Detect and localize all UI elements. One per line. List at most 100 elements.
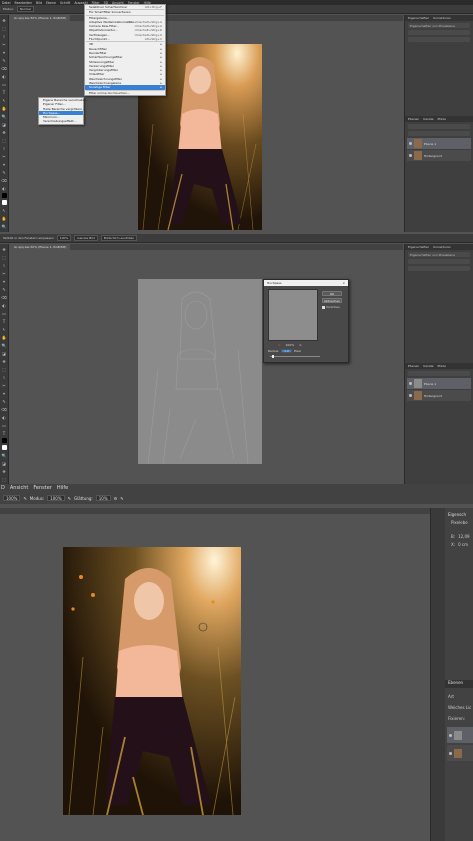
radius-slider[interactable] xyxy=(270,355,320,358)
tab-paths[interactable]: Pfade xyxy=(437,364,445,368)
tool-icon[interactable]: ⌇ xyxy=(1,145,7,151)
eye-icon[interactable] xyxy=(409,394,412,397)
tool-icon[interactable]: ⌇ xyxy=(1,374,7,380)
tool-icon[interactable]: ◪ xyxy=(1,121,7,127)
tool-icon[interactable]: ◐ xyxy=(1,302,7,308)
tool-icon[interactable]: 🔍 xyxy=(1,342,7,348)
zoom-100-button[interactable]: 100% xyxy=(56,235,72,241)
tool-icon[interactable]: ⌖ xyxy=(1,390,7,396)
layer-kind-filter[interactable]: Art xyxy=(448,694,454,699)
filter-menu-item[interactable]: Fluchtpunkt... Alt+Strg+V xyxy=(85,37,165,41)
tool-icon[interactable]: ⬚ xyxy=(1,366,7,372)
layer-row[interactable]: Ebene 1 xyxy=(407,138,471,149)
filter-menu-item[interactable]: Für Smartfilter konvertieren xyxy=(85,10,165,14)
airbrush-icon[interactable]: ✎ xyxy=(23,496,26,501)
menu-item[interactable]: Hilfe xyxy=(57,485,68,491)
tool-icon[interactable]: ⬚ xyxy=(1,137,7,143)
tool-icon[interactable]: ↖ xyxy=(1,326,7,332)
tool-icon[interactable]: ⌇ xyxy=(1,33,7,39)
tool-icon[interactable]: ▭ xyxy=(1,310,7,316)
tool-icon[interactable]: 🔍 xyxy=(1,223,7,229)
gear-icon[interactable]: ⚙ xyxy=(114,496,118,501)
tool-icon[interactable]: ✥ xyxy=(1,17,7,23)
background-color-swatch[interactable] xyxy=(1,445,7,450)
tab-adjustments[interactable]: Korrekturen xyxy=(433,16,451,20)
blend-mode-select[interactable]: Weiches Lic xyxy=(448,705,471,710)
tool-icon[interactable]: ⬚ xyxy=(1,25,7,31)
property-field[interactable] xyxy=(408,30,470,35)
tool-icon[interactable]: ⌖ xyxy=(1,161,7,167)
tab-properties[interactable]: Eigenschaften xyxy=(408,245,429,249)
foreground-color-swatch[interactable] xyxy=(1,193,7,198)
foreground-color-swatch[interactable] xyxy=(1,438,7,443)
tab-channels[interactable]: Kanäle xyxy=(423,117,433,121)
tool-icon[interactable]: ▭ xyxy=(1,422,7,428)
tool-icon[interactable]: ✋ xyxy=(1,105,7,111)
ok-button[interactable]: OK xyxy=(322,291,342,296)
tool-icon[interactable]: 🔍 xyxy=(1,113,7,119)
blend-mode-row[interactable] xyxy=(408,131,470,136)
symmetry-icon[interactable]: ✎ xyxy=(120,496,123,501)
smoothing-field[interactable]: 10% xyxy=(95,495,111,501)
tool-icon[interactable]: ✥ xyxy=(1,246,7,252)
eye-icon[interactable] xyxy=(409,142,412,145)
eye-icon[interactable] xyxy=(409,154,412,157)
pressure-icon[interactable]: ✎ xyxy=(68,496,71,501)
menu-item[interactable]: Bild xyxy=(36,1,42,5)
menu-item[interactable]: Fenster xyxy=(33,485,52,491)
filter-menu-item[interactable]: Sonstige Filter ▸ xyxy=(85,85,165,90)
tool-icon[interactable]: ⌖ xyxy=(1,49,7,55)
menu-item[interactable]: Ebene xyxy=(46,1,56,5)
tool-icon[interactable]: ◪ xyxy=(1,350,7,356)
menu-item[interactable]: Ansicht xyxy=(10,485,28,491)
tool-icon[interactable]: T xyxy=(1,430,7,436)
background-color-swatch[interactable] xyxy=(1,200,7,205)
tool-icon[interactable]: ✂ xyxy=(1,382,7,388)
radius-input[interactable]: 1,0 xyxy=(281,349,292,353)
layer-row[interactable] xyxy=(447,745,473,761)
tool-icon[interactable]: ⌫ xyxy=(1,406,7,412)
document-tab[interactable]: Gr-spq.bei-50% (Ebene 1, RGB/8#) xyxy=(10,15,71,21)
layer-row[interactable]: Hintergrund xyxy=(407,150,471,161)
tool-icon[interactable]: ✎ xyxy=(1,398,7,404)
tool-icon[interactable]: ◐ xyxy=(1,73,7,79)
tool-icon[interactable]: ▭ xyxy=(1,81,7,87)
tool-icon[interactable]: ⌖ xyxy=(1,278,7,284)
tool-icon[interactable]: ✋ xyxy=(1,334,7,340)
tab-paths[interactable]: Pfade xyxy=(437,117,445,121)
layer-filter-row[interactable] xyxy=(408,124,470,129)
tool-icon[interactable]: ✋ xyxy=(1,215,7,221)
zoom-in-icon[interactable]: ⊕ xyxy=(299,343,302,347)
property-field[interactable] xyxy=(408,266,470,271)
slider-handle[interactable] xyxy=(272,355,274,358)
tool-icon[interactable]: ✂ xyxy=(1,41,7,47)
tool-icon[interactable]: ◐ xyxy=(1,414,7,420)
menu-item[interactable]: Datei xyxy=(2,1,11,5)
menu-item[interactable]: Schrift xyxy=(60,1,70,5)
tool-icon[interactable]: ⌫ xyxy=(1,65,7,71)
preview-thumbnail[interactable] xyxy=(268,289,318,341)
submenu-item[interactable]: Verschiebungseffekt... xyxy=(39,119,83,123)
layer-row[interactable]: Ebene 1 xyxy=(407,378,471,389)
document-tab[interactable]: Gr-spq.bei-50% (Ebene 1, RGB/8#) xyxy=(10,244,71,250)
tool-icon[interactable]: T xyxy=(1,318,7,324)
tool-icon[interactable]: ✂ xyxy=(1,153,7,159)
tool-icon[interactable]: ✥ xyxy=(1,358,7,364)
fill-screen-button[interactable]: Bildschirm ausfüllen xyxy=(100,235,138,241)
preview-checkbox[interactable] xyxy=(322,305,325,309)
tab-adjustments[interactable]: Korrekturen xyxy=(433,245,451,249)
tool-icon[interactable]: ⌫ xyxy=(1,294,7,300)
fit-screen-button[interactable]: Ganzes Bild xyxy=(74,235,98,241)
tool-icon[interactable]: ⬚ xyxy=(1,476,7,482)
tool-icon[interactable]: 🔍 xyxy=(1,452,7,458)
tool-icon[interactable]: ⌫ xyxy=(1,177,7,183)
tool-icon[interactable]: ◐ xyxy=(1,185,7,191)
layers-heading[interactable]: Ebenen xyxy=(445,680,473,688)
layer-filter-row[interactable] xyxy=(408,371,470,376)
property-field[interactable] xyxy=(408,37,470,42)
tool-icon[interactable]: T xyxy=(1,89,7,95)
mode-field[interactable]: 100% xyxy=(47,495,65,501)
close-icon[interactable]: × xyxy=(342,281,345,285)
tool-icon[interactable]: ✂ xyxy=(1,270,7,276)
tool-icon[interactable]: ✥ xyxy=(1,468,7,474)
